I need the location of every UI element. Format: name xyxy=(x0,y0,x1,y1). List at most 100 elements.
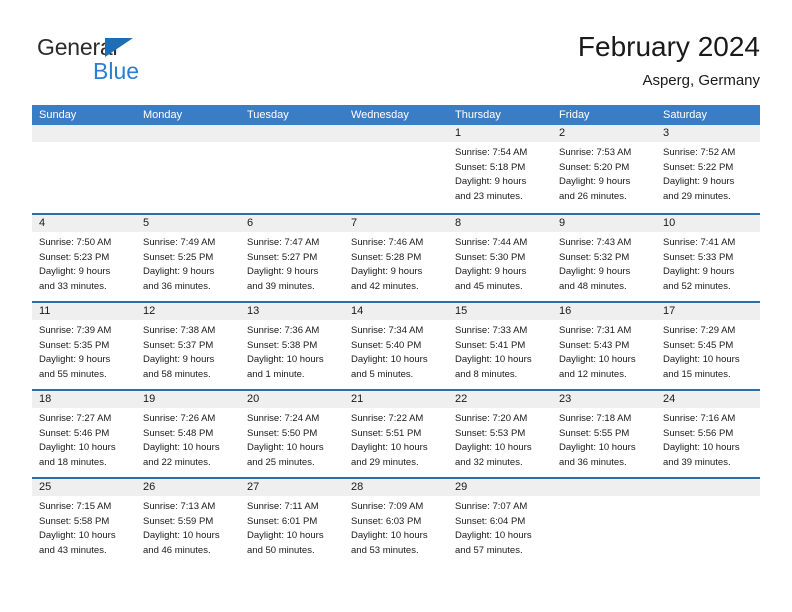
calendar-day-cell[interactable]: 6 Sunrise: 7:47 AM Sunset: 5:27 PM Daylight… xyxy=(240,215,344,301)
sunrise-text: Sunrise: 7:54 AM xyxy=(455,147,528,158)
day-number: 4 xyxy=(39,217,46,229)
calendar-day-cell[interactable]: 20 Sunrise: 7:24 AM Sunset: 5:50 PM Dayligh… xyxy=(240,391,344,477)
calendar-day-cell[interactable]: 1 Sunrise: 7:54 AM Sunset: 5:18 PM Daylight… xyxy=(448,125,552,213)
calendar-day-cell[interactable]: 2 Sunrise: 7:53 AM Sunset: 5:20 PM Daylight… xyxy=(552,125,656,213)
calendar-day-cell[interactable]: 8 Sunrise: 7:44 AM Sunset: 5:30 PM Daylight… xyxy=(448,215,552,301)
day-details: Sunrise: 7:41 AM Sunset: 5:33 PM Daylight:… xyxy=(656,232,760,294)
page-header: General Blue February 2024 Asperg, Germa… xyxy=(32,30,760,98)
calendar-week-row: 1 Sunrise: 7:54 AM Sunset: 5:18 PM Daylight… xyxy=(32,125,760,213)
daylight-text: Daylight: 9 hours xyxy=(247,266,319,278)
calendar-day-empty xyxy=(656,479,760,565)
day-number-band: 20 xyxy=(240,391,344,408)
day-number: 9 xyxy=(559,217,566,229)
calendar-day-cell[interactable]: 11 Sunrise: 7:39 AM Sunset: 5:35 PM Dayligh… xyxy=(32,303,136,389)
calendar-day-cell[interactable]: 13 Sunrise: 7:36 AM Sunset: 5:38 PM Dayligh… xyxy=(240,303,344,389)
sunset-text: Sunset: 5:43 PM xyxy=(559,339,630,351)
calendar-day-cell[interactable]: 9 Sunrise: 7:43 AM Sunset: 5:32 PM Daylight… xyxy=(552,215,656,301)
day-number: 22 xyxy=(455,393,468,405)
calendar-day-cell[interactable]: 27 Sunrise: 7:11 AM Sunset: 6:01 PM Dayligh… xyxy=(240,479,344,565)
day-number: 5 xyxy=(143,217,150,229)
daylight-text: Daylight: 10 hours xyxy=(247,530,324,542)
calendar-day-cell[interactable]: 26 Sunrise: 7:13 AM Sunset: 5:59 PM Dayligh… xyxy=(136,479,240,565)
day-number-band xyxy=(240,125,344,142)
calendar-grid: Sunday Monday Tuesday Wednesday Thursday Frid… xyxy=(32,105,760,565)
calendar-week-row: 4 Sunrise: 7:50 AM Sunset: 5:23 PM Daylight… xyxy=(32,213,760,301)
logo-triangle-icon xyxy=(105,38,133,57)
sunrise-text: Sunrise: 7:24 AM xyxy=(247,413,320,424)
sunrise-text: Sunrise: 7:18 AM xyxy=(559,413,632,424)
calendar-day-cell[interactable]: 17 Sunrise: 7:29 AM Sunset: 5:45 PM Dayligh… xyxy=(656,303,760,389)
weekday-header-tuesday: Tuesday xyxy=(247,109,289,121)
sunrise-text: Sunrise: 7:22 AM xyxy=(351,413,424,424)
daylight-text: Daylight: 10 hours xyxy=(143,530,220,542)
calendar-day-cell[interactable]: 29 Sunrise: 7:07 AM Sunset: 6:04 PM Dayligh… xyxy=(448,479,552,565)
sunset-text: Sunset: 5:22 PM xyxy=(663,161,734,173)
daylight-text-cont: and 45 minutes. xyxy=(455,280,523,292)
day-details xyxy=(240,142,344,146)
sunrise-text: Sunrise: 7:47 AM xyxy=(247,237,320,248)
weekday-header-thursday: Thursday xyxy=(455,109,501,121)
daylight-text: Daylight: 10 hours xyxy=(663,354,740,366)
daylight-text-cont: and 25 minutes. xyxy=(247,456,315,468)
calendar-day-cell[interactable]: 19 Sunrise: 7:26 AM Sunset: 5:48 PM Dayligh… xyxy=(136,391,240,477)
page-title: February 2024 xyxy=(577,31,760,62)
calendar-day-cell[interactable]: 3 Sunrise: 7:52 AM Sunset: 5:22 PM Daylight… xyxy=(656,125,760,213)
calendar-day-cell[interactable]: 23 Sunrise: 7:18 AM Sunset: 5:55 PM Dayligh… xyxy=(552,391,656,477)
day-number-band: 4 xyxy=(32,215,136,232)
calendar-day-cell[interactable]: 16 Sunrise: 7:31 AM Sunset: 5:43 PM Dayligh… xyxy=(552,303,656,389)
day-number: 1 xyxy=(455,127,462,139)
day-details: Sunrise: 7:15 AM Sunset: 5:58 PM Daylight:… xyxy=(32,496,136,558)
sunset-text: Sunset: 6:01 PM xyxy=(247,515,318,527)
calendar-day-cell[interactable]: 7 Sunrise: 7:46 AM Sunset: 5:28 PM Daylight… xyxy=(344,215,448,301)
day-details: Sunrise: 7:53 AM Sunset: 5:20 PM Daylight:… xyxy=(552,142,656,204)
day-number: 12 xyxy=(143,305,156,317)
day-details: Sunrise: 7:34 AM Sunset: 5:40 PM Daylight:… xyxy=(344,320,448,382)
calendar-day-cell[interactable]: 25 Sunrise: 7:15 AM Sunset: 5:58 PM Dayligh… xyxy=(32,479,136,565)
sunset-text: Sunset: 5:20 PM xyxy=(559,161,630,173)
day-number-band: 26 xyxy=(136,479,240,496)
day-number: 8 xyxy=(455,217,462,229)
day-details: Sunrise: 7:27 AM Sunset: 5:46 PM Daylight:… xyxy=(32,408,136,470)
calendar-day-cell[interactable]: 14 Sunrise: 7:34 AM Sunset: 5:40 PM Dayligh… xyxy=(344,303,448,389)
day-number-band xyxy=(32,125,136,142)
calendar-day-cell[interactable]: 18 Sunrise: 7:27 AM Sunset: 5:46 PM Dayligh… xyxy=(32,391,136,477)
sunrise-text: Sunrise: 7:53 AM xyxy=(559,147,632,158)
day-number-band: 9 xyxy=(552,215,656,232)
calendar-day-empty xyxy=(552,479,656,565)
day-details xyxy=(32,142,136,146)
daylight-text-cont: and 29 minutes. xyxy=(351,456,419,468)
day-number-band: 1 xyxy=(448,125,552,142)
sunset-text: Sunset: 5:40 PM xyxy=(351,339,422,351)
day-number: 19 xyxy=(143,393,156,405)
calendar-day-empty xyxy=(344,125,448,213)
calendar-day-cell[interactable]: 24 Sunrise: 7:16 AM Sunset: 5:56 PM Dayligh… xyxy=(656,391,760,477)
daylight-text-cont: and 26 minutes. xyxy=(559,190,627,202)
calendar-day-cell[interactable]: 21 Sunrise: 7:22 AM Sunset: 5:51 PM Dayligh… xyxy=(344,391,448,477)
daylight-text-cont: and 15 minutes. xyxy=(663,368,731,380)
day-details: Sunrise: 7:31 AM Sunset: 5:43 PM Daylight:… xyxy=(552,320,656,382)
day-details: Sunrise: 7:24 AM Sunset: 5:50 PM Daylight:… xyxy=(240,408,344,470)
calendar-day-cell[interactable]: 5 Sunrise: 7:49 AM Sunset: 5:25 PM Daylight… xyxy=(136,215,240,301)
day-details: Sunrise: 7:20 AM Sunset: 5:53 PM Daylight:… xyxy=(448,408,552,470)
day-number-band: 18 xyxy=(32,391,136,408)
day-number-band: 27 xyxy=(240,479,344,496)
sunrise-text: Sunrise: 7:11 AM xyxy=(247,501,319,512)
daylight-text: Daylight: 10 hours xyxy=(455,354,532,366)
calendar-week-row: 18 Sunrise: 7:27 AM Sunset: 5:46 PM Dayligh… xyxy=(32,389,760,477)
daylight-text: Daylight: 10 hours xyxy=(351,442,428,454)
calendar-day-cell[interactable]: 28 Sunrise: 7:09 AM Sunset: 6:03 PM Dayligh… xyxy=(344,479,448,565)
daylight-text-cont: and 39 minutes. xyxy=(663,456,731,468)
calendar-day-cell[interactable]: 10 Sunrise: 7:41 AM Sunset: 5:33 PM Dayligh… xyxy=(656,215,760,301)
day-number-band: 21 xyxy=(344,391,448,408)
sunset-text: Sunset: 5:33 PM xyxy=(663,251,734,263)
calendar-day-cell[interactable]: 4 Sunrise: 7:50 AM Sunset: 5:23 PM Daylight… xyxy=(32,215,136,301)
sunset-text: Sunset: 6:04 PM xyxy=(455,515,526,527)
daylight-text-cont: and 5 minutes. xyxy=(351,368,414,380)
day-number-band: 12 xyxy=(136,303,240,320)
calendar-day-cell[interactable]: 12 Sunrise: 7:38 AM Sunset: 5:37 PM Dayligh… xyxy=(136,303,240,389)
calendar-day-cell[interactable]: 15 Sunrise: 7:33 AM Sunset: 5:41 PM Dayligh… xyxy=(448,303,552,389)
calendar-week-row: 11 Sunrise: 7:39 AM Sunset: 5:35 PM Dayligh… xyxy=(32,301,760,389)
calendar-day-cell[interactable]: 22 Sunrise: 7:20 AM Sunset: 5:53 PM Dayligh… xyxy=(448,391,552,477)
sunrise-text: Sunrise: 7:50 AM xyxy=(39,237,112,248)
sunset-text: Sunset: 5:27 PM xyxy=(247,251,318,263)
